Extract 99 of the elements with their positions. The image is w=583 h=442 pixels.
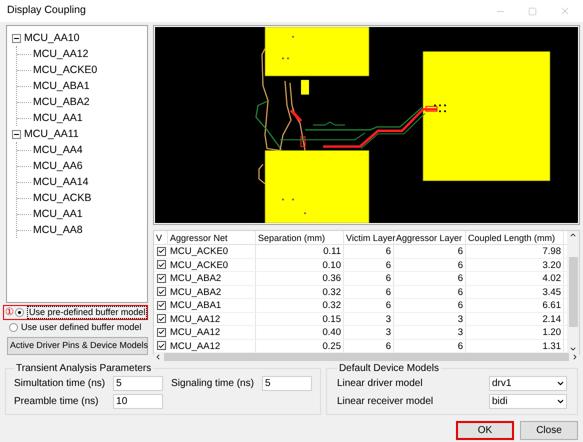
- table-cell: 4.02: [466, 272, 564, 284]
- row-checkbox[interactable]: [156, 274, 166, 283]
- table-cell: 6: [394, 286, 466, 298]
- annotation-marker: ①: [5, 307, 14, 318]
- column-header[interactable]: Victim Layer: [344, 231, 394, 245]
- table-cell: 3: [394, 326, 466, 338]
- active-driver-pins-button[interactable]: Active Driver Pins & Device Models: [7, 337, 148, 355]
- table-cell: 6: [394, 245, 466, 258]
- row-checkbox[interactable]: [156, 287, 166, 296]
- table-cell: 6: [344, 340, 394, 352]
- radio-button[interactable]: [9, 323, 18, 332]
- field-label: Linear receiver model: [336, 395, 434, 409]
- vertical-scrollbar[interactable]: [567, 231, 579, 353]
- tree-item[interactable]: MCU_AA10: [24, 31, 80, 45]
- table-cell: 3: [344, 326, 394, 338]
- table-cell: 6: [394, 299, 466, 312]
- horizontal-scrollbar[interactable]: [154, 353, 579, 361]
- input-field[interactable]: 5: [113, 376, 164, 391]
- tree-item[interactable]: MCU_ACKB: [33, 191, 92, 205]
- table-cell: 7.98: [466, 245, 564, 258]
- tree-item[interactable]: MCU_AA14: [33, 175, 88, 189]
- scroll-left-icon[interactable]: [154, 353, 162, 361]
- tree-item[interactable]: MCU_AA8: [33, 223, 83, 237]
- column-header[interactable]: V: [154, 231, 168, 245]
- table-cell: MCU_ABA2: [168, 286, 256, 298]
- row-checkbox[interactable]: [156, 246, 166, 256]
- scroll-down-icon[interactable]: [569, 345, 577, 353]
- table-cell: 6: [344, 245, 394, 258]
- window-title: Display Coupling: [7, 3, 86, 18]
- table-cell: 0.11: [256, 245, 344, 258]
- table-cell: 1.20: [466, 326, 564, 338]
- dialog-button[interactable]: Close: [520, 421, 578, 440]
- table-cell: 2.14: [466, 312, 564, 325]
- table-cell: MCU_ACKE0: [168, 245, 256, 258]
- input-field[interactable]: 5: [262, 376, 312, 391]
- table-cell: 0.32: [256, 299, 344, 312]
- tree-item[interactable]: MCU_ABA1: [33, 79, 90, 93]
- table-cell: 6: [344, 272, 394, 284]
- table-cell: MCU_AA12: [168, 312, 256, 325]
- tree-item[interactable]: MCU_AA11: [24, 127, 79, 141]
- dialog-button[interactable]: OK: [456, 421, 514, 440]
- column-header[interactable]: Coupled Length (mm): [466, 231, 564, 245]
- row-checkbox[interactable]: [156, 341, 166, 350]
- close-icon[interactable]: [559, 5, 571, 17]
- tree-item[interactable]: MCU_AA1: [33, 207, 83, 221]
- table-cell: 0.10: [256, 258, 344, 271]
- table-cell: MCU_AA12: [168, 326, 256, 338]
- row-checkbox[interactable]: [156, 328, 166, 337]
- tree-item[interactable]: MCU_AA4: [33, 143, 83, 157]
- row-checkbox[interactable]: [156, 314, 166, 324]
- table-cell: 6: [344, 258, 394, 271]
- tree-item[interactable]: MCU_AA1: [33, 111, 83, 125]
- table-cell: MCU_ABA2: [168, 272, 256, 284]
- table-cell: 3: [394, 312, 466, 325]
- table-cell: 0.32: [256, 286, 344, 298]
- table-cell: 6: [344, 299, 394, 312]
- table-cell: 6: [394, 258, 466, 271]
- table-cell: 6: [394, 272, 466, 284]
- row-checkbox[interactable]: [156, 260, 166, 270]
- table-cell: MCU_ACKE0: [168, 258, 256, 271]
- group-title: Transient Analysis Parameters: [15, 362, 152, 376]
- radio-button[interactable]: [15, 308, 24, 317]
- tree-item[interactable]: MCU_ABA2: [33, 95, 90, 109]
- field-label: Preamble time (ns): [14, 395, 100, 409]
- table-cell: 6.61: [466, 299, 564, 312]
- scroll-up-icon[interactable]: [569, 231, 577, 239]
- table-cell: 1.31: [466, 340, 564, 352]
- tree-item[interactable]: MCU_ACKE0: [33, 63, 98, 77]
- table-cell: 3.45: [466, 286, 564, 298]
- table-cell: 3: [344, 312, 394, 325]
- table-cell: 6: [394, 340, 466, 352]
- column-header[interactable]: Aggressor Layer: [394, 231, 466, 245]
- table-cell: MCU_AA12: [168, 340, 256, 352]
- dropdown[interactable]: bidi: [489, 394, 567, 409]
- table-cell: 6: [344, 286, 394, 298]
- table-cell: 0.15: [256, 312, 344, 325]
- group-title: Default Device Models: [338, 362, 440, 376]
- column-header[interactable]: Separation (mm): [256, 231, 344, 245]
- table-cell: 3.20: [466, 258, 564, 271]
- table-cell: 0.36: [256, 272, 344, 284]
- dropdown[interactable]: drv1: [489, 376, 567, 391]
- table-cell: 0.40: [256, 326, 344, 338]
- tree-item[interactable]: MCU_AA6: [33, 159, 83, 173]
- column-header[interactable]: Aggressor Net: [168, 231, 256, 245]
- radio-option[interactable]: ① Use pre-defined buffer model: [3, 305, 148, 320]
- table-cell: MCU_ABA1: [168, 299, 256, 312]
- input-field[interactable]: 10: [113, 394, 164, 409]
- field-label: Linear driver model: [336, 377, 423, 391]
- radio-label: Use user defined buffer model: [21, 322, 142, 333]
- collapse-icon[interactable]: [12, 34, 21, 42]
- table-cell: 0.25: [256, 340, 344, 352]
- collapse-icon[interactable]: [12, 130, 21, 138]
- scroll-right-icon[interactable]: [571, 353, 579, 361]
- radio-option[interactable]: Use user defined buffer model: [7, 320, 148, 335]
- row-checkbox[interactable]: [156, 300, 166, 310]
- tree-item[interactable]: MCU_AA12: [33, 47, 88, 61]
- field-label: Simultation time (ns): [14, 377, 106, 391]
- field-label: Signaling time (ns): [171, 377, 254, 391]
- radio-label: Use pre-defined buffer model: [27, 306, 148, 319]
